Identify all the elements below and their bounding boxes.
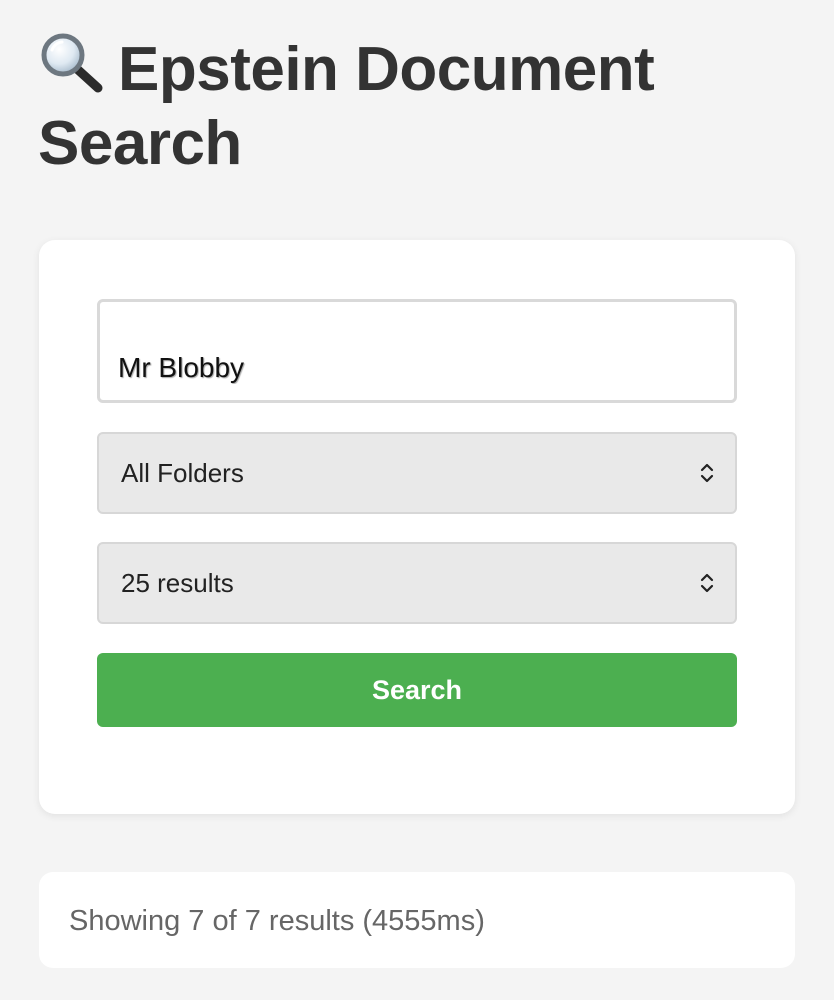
search-query-input[interactable] xyxy=(97,299,737,403)
folder-select[interactable]: All Folders xyxy=(97,432,737,514)
results-status-text: Showing 7 of 7 results (4555ms) xyxy=(69,905,485,937)
folder-select-value: All Folders xyxy=(121,458,244,488)
result-count-select-value: 25 results xyxy=(121,568,234,598)
search-button[interactable]: Search xyxy=(97,653,737,727)
page-title: Epstein Document Search xyxy=(38,32,778,181)
results-status-card: Showing 7 of 7 results (4555ms) xyxy=(39,872,795,968)
page-title-text: Epstein Document Search xyxy=(38,35,655,178)
magnifying-glass-icon xyxy=(41,33,103,93)
search-form-card: All Folders 25 results Search xyxy=(39,240,795,814)
chevron-up-down-icon xyxy=(700,573,714,593)
chevron-up-down-icon xyxy=(700,463,714,483)
result-count-select[interactable]: 25 results xyxy=(97,542,737,624)
